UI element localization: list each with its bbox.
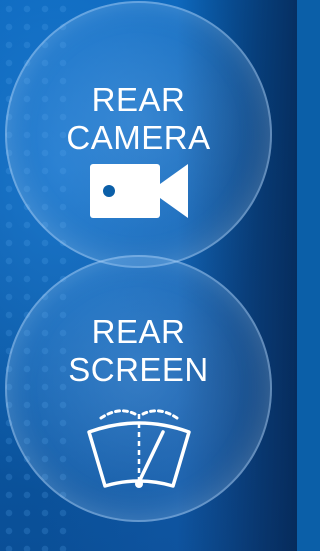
video-camera-icon xyxy=(5,162,272,220)
rear-screen-button[interactable]: REAR SCREEN xyxy=(5,255,272,522)
rear-camera-label-line1: REAR xyxy=(91,81,186,118)
rear-screen-label-line1: REAR xyxy=(91,313,186,350)
rear-screen-label: REAR SCREEN xyxy=(5,313,272,389)
rear-camera-label-line2: CAMERA xyxy=(66,119,211,156)
windshield-wiper-icon xyxy=(5,402,272,496)
rear-camera-button[interactable]: REAR CAMERA xyxy=(5,1,272,268)
rear-camera-label: REAR CAMERA xyxy=(5,81,272,157)
rear-screen-label-line2: SCREEN xyxy=(68,351,209,388)
